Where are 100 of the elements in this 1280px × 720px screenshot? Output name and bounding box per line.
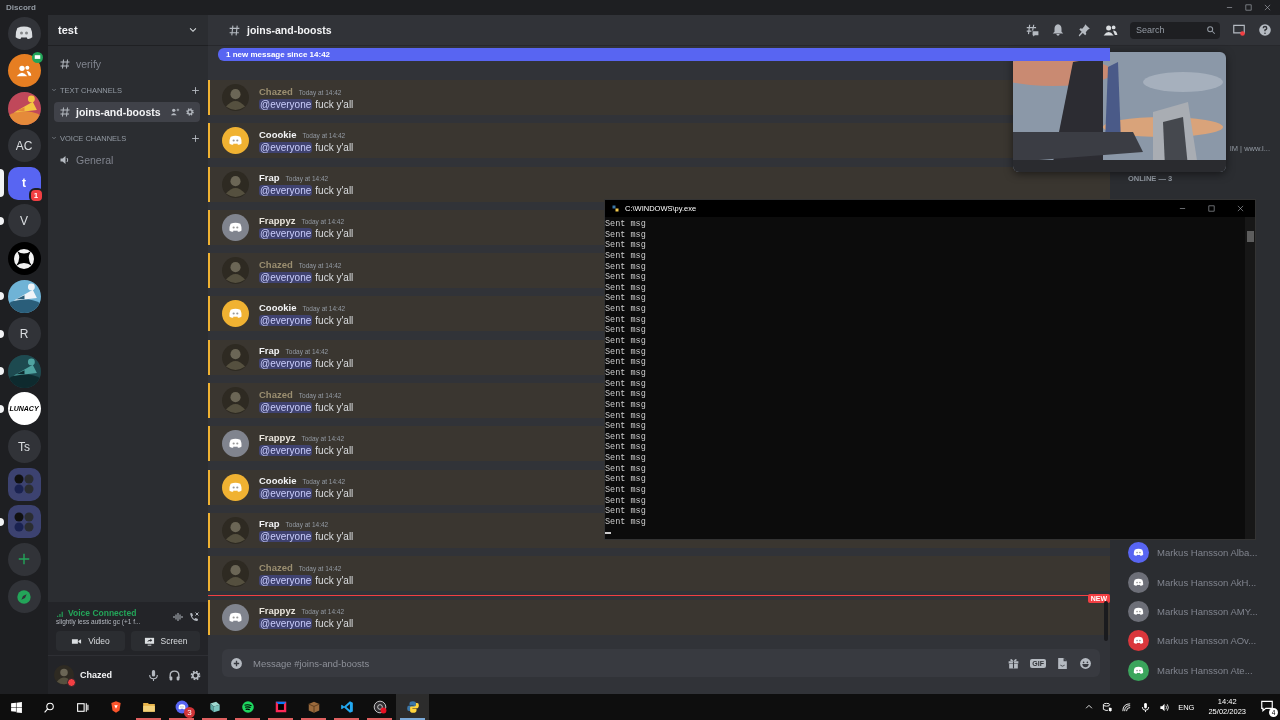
screen-share-icon — [143, 635, 155, 647]
microphone-icon[interactable] — [147, 668, 160, 682]
server-item[interactable]: t 1 — [0, 166, 48, 200]
mention-tag[interactable]: @everyone — [259, 574, 313, 586]
home-button[interactable] — [7, 16, 41, 50]
server-icon[interactable] — [7, 354, 41, 388]
maximize-icon[interactable] — [1244, 3, 1253, 12]
help-icon[interactable] — [1258, 23, 1272, 37]
mention-tag[interactable]: @everyone — [259, 98, 313, 110]
settings-icon[interactable] — [185, 107, 195, 117]
mention-tag[interactable]: @everyone — [259, 315, 313, 326]
security-icon[interactable] — [1102, 701, 1114, 713]
server-icon[interactable]: AC — [7, 129, 41, 163]
plus-icon[interactable] — [191, 133, 200, 143]
search-icon — [1206, 25, 1216, 35]
author-name[interactable]: Coookie — [259, 128, 297, 140]
server-icon[interactable]: V — [7, 204, 41, 238]
chevron-down-icon[interactable] — [188, 25, 198, 35]
mention-tag[interactable]: @everyone — [259, 444, 313, 456]
member-name[interactable]: Markus Hansson AMY... — [1157, 605, 1258, 617]
new-messages-banner[interactable]: 1 new message since 14:42 — [218, 48, 1110, 61]
taskbar-app[interactable] — [396, 694, 429, 720]
member-name[interactable]: Markus Hansson Alba... — [1157, 547, 1258, 559]
chevron-up-icon[interactable] — [1084, 702, 1095, 712]
channel-item[interactable]: General — [54, 150, 200, 170]
hash-icon — [59, 58, 71, 70]
message-input[interactable]: Message #joins-and-boosts — [253, 657, 998, 669]
mention-tag[interactable]: @everyone — [259, 141, 313, 153]
emoji-icon[interactable] — [1079, 656, 1092, 670]
close-icon[interactable] — [1263, 3, 1272, 12]
mention-tag[interactable]: @everyone — [259, 271, 313, 283]
crate-icon — [306, 700, 321, 714]
author-name[interactable]: Coookie — [259, 475, 297, 487]
sticker-icon[interactable] — [1056, 656, 1069, 670]
author-name[interactable]: Frap — [259, 172, 280, 184]
avatar — [222, 84, 249, 111]
screen-share-button[interactable]: Screen — [131, 631, 200, 651]
message-text: fuck y'all — [315, 315, 354, 326]
console-line: Sent msg — [605, 506, 647, 517]
server-item[interactable]: V — [0, 204, 48, 238]
threads-icon[interactable] — [1025, 23, 1039, 37]
member-name[interactable]: Markus Hansson Ate... — [1157, 664, 1253, 676]
video-button[interactable]: Video — [56, 631, 125, 651]
close-icon[interactable] — [1236, 204, 1245, 213]
avatar — [222, 170, 249, 198]
plus-icon[interactable] — [191, 85, 200, 95]
console-line: Sent msg — [605, 389, 647, 400]
author-name[interactable]: Chazed — [259, 85, 293, 97]
mention-tag[interactable]: @everyone — [259, 185, 313, 197]
mention-tag[interactable]: @everyone — [259, 618, 313, 630]
author-name[interactable]: Frappyz — [259, 215, 296, 227]
author-name[interactable]: Chazed — [259, 561, 293, 573]
author-name[interactable]: Chazed — [259, 258, 293, 270]
disconnect-icon[interactable] — [188, 610, 200, 623]
author-name[interactable]: Frap — [259, 345, 280, 357]
channel-item[interactable]: joins-and-boosts — [54, 102, 200, 122]
record-icon — [372, 700, 387, 714]
explore-button[interactable] — [7, 580, 41, 614]
author-name[interactable]: Chazed — [259, 388, 293, 400]
gift-icon[interactable] — [1007, 656, 1021, 670]
add-member-icon[interactable] — [170, 107, 180, 117]
author-name[interactable]: Frappyz — [259, 431, 296, 443]
search-field[interactable]: Search — [1130, 21, 1220, 39]
server-item[interactable]: R — [0, 317, 48, 351]
microphone-icon[interactable] — [1140, 701, 1152, 713]
headphones-icon[interactable] — [168, 668, 181, 682]
author-name[interactable]: Coookie — [259, 302, 297, 313]
inbox-icon[interactable] — [1232, 23, 1246, 37]
channel-item[interactable]: verify — [54, 54, 200, 74]
plus-icon[interactable] — [230, 656, 243, 670]
server-icon[interactable]: R — [7, 317, 41, 351]
server-item[interactable]: AC — [0, 129, 48, 163]
scrollbar[interactable] — [1104, 601, 1108, 641]
settings-icon[interactable] — [189, 668, 202, 682]
taskbar-app[interactable]: 3 — [165, 694, 198, 720]
volume-icon[interactable] — [1159, 701, 1171, 713]
scrollbar[interactable] — [1245, 217, 1255, 539]
friends-button[interactable] — [7, 54, 41, 88]
pin-icon[interactable] — [1077, 23, 1091, 37]
author-name[interactable]: Frappyz — [259, 605, 296, 617]
bell-icon[interactable] — [1051, 23, 1065, 37]
author-name[interactable]: Frap — [259, 518, 280, 530]
member-name[interactable]: Markus Hansson AkH... — [1157, 576, 1257, 588]
server-icon[interactable] — [7, 91, 41, 125]
server-icon[interactable] — [7, 279, 41, 313]
add-server-button[interactable] — [7, 542, 41, 576]
member-name[interactable]: Markus Hansson AOv... — [1157, 635, 1257, 647]
mention-tag[interactable]: @everyone — [259, 401, 313, 413]
server-icon[interactable] — [7, 242, 41, 276]
network-icon[interactable] — [1121, 701, 1133, 713]
chevron-down-icon — [51, 87, 57, 93]
voice-status: Voice Connected — [68, 608, 137, 618]
mention-tag[interactable]: @everyone — [259, 531, 313, 543]
server-icon[interactable]: Ts — [7, 430, 41, 464]
mention-tag[interactable]: @everyone — [259, 488, 313, 500]
avatar — [222, 516, 249, 544]
server-item[interactable]: Ts — [0, 430, 48, 464]
mention-tag[interactable]: @everyone — [259, 228, 313, 240]
mention-tag[interactable]: @everyone — [259, 358, 313, 370]
console-line: Sent msg — [605, 367, 647, 379]
